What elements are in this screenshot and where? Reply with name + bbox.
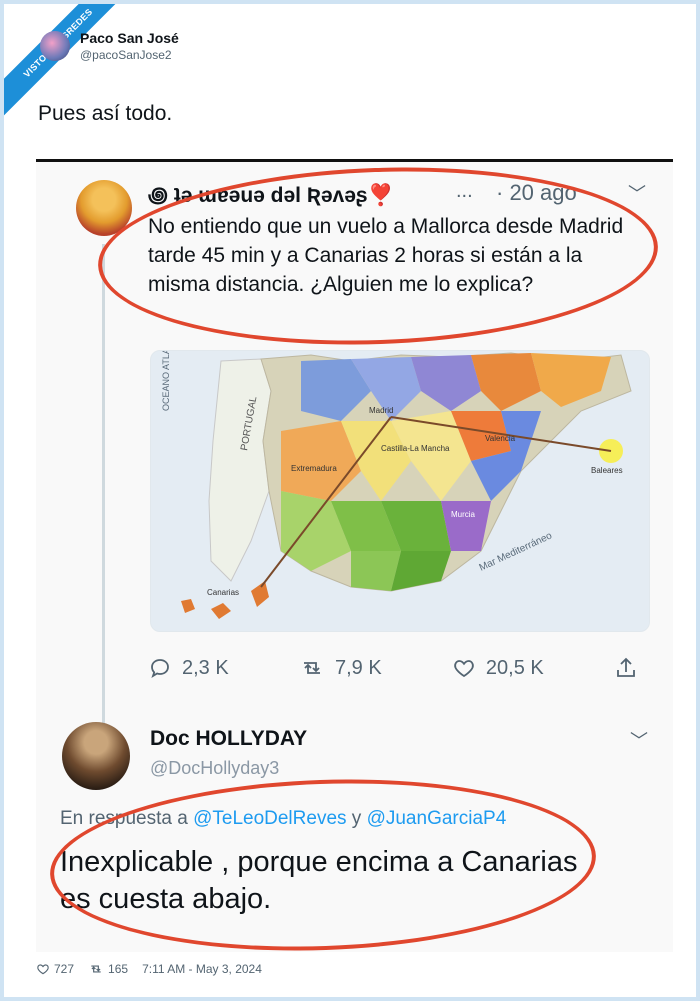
retweet-count: 7,9 K [334,656,382,679]
heart-icon [37,964,49,975]
map-label-baleares: Baleares [591,466,623,475]
reply-author-name: Doc HOLLYDAY [150,727,308,750]
map-label-murcia: Murcia [451,510,476,519]
reply-count: 2,3 K [182,656,229,679]
share-action[interactable] [614,656,648,680]
footer-like-count: 727 [54,962,75,976]
attached-image[interactable]: ꩜ ʇǝ ɯɐǝuǝ dǝl Ʀǝʌǝʂ❣️ ... · 20 ago ﹀ No… [36,159,673,952]
retweet-icon [91,965,101,973]
reply-author-handle: @DocHollyday3 [150,758,280,778]
footer-like[interactable]: 727 [36,962,74,976]
tweet-card: VISTOENLASREDES Paco San José @pacoSanJo… [0,0,700,1001]
chevron-down-icon: ﹀ [630,731,648,751]
footer-retweet-count: 165 [108,962,129,976]
map-label-valencia: Valencia [485,434,516,443]
footer-retweet[interactable]: 165 [88,962,128,976]
heart-icon [454,660,474,678]
spain-map: OCEANO ATLANT PORTUGAL Extremadura Casti… [151,351,649,631]
footer-timestamp[interactable]: 7:11 AM - May 3, 2024 [142,962,262,976]
tweet-header: Paco San José @pacoSanJose2 [40,30,179,62]
map-label-madrid: Madrid [369,406,393,415]
chevron-down-icon: ﹀ [628,184,646,204]
reply-avatar [62,722,130,790]
like-action[interactable]: 20,5 K [452,656,544,680]
thread-line [102,244,105,784]
tweet-footer: 727 165 7:11 AM - May 3, 2024 [36,962,276,976]
reply-icon [151,659,169,679]
author-handle[interactable]: @pacoSanJose2 [80,48,179,62]
map-label-canarias: Canarias [207,588,239,597]
avatar[interactable] [40,31,70,61]
share-icon [617,657,635,677]
reply-action[interactable]: 2,3 K [148,656,229,680]
map-label-castilla: Castilla-La Mancha [381,444,450,453]
spain-map-image: OCEANO ATLANT PORTUGAL Extremadura Casti… [150,350,650,632]
map-label-extremadura: Extremadura [291,464,337,473]
like-count: 20,5 K [485,656,544,679]
map-label-ocean: OCEANO ATLANT [161,351,171,411]
annotation-oval-bottom [47,770,599,952]
tweet-text: Pues así todo. [38,102,173,125]
embedded-action-bar: 2,3 K 7,9 K 20,5 K [148,656,648,680]
author-name[interactable]: Paco San José [80,30,179,46]
retweet-action[interactable]: 7,9 K [299,656,382,680]
retweet-icon [303,662,320,674]
